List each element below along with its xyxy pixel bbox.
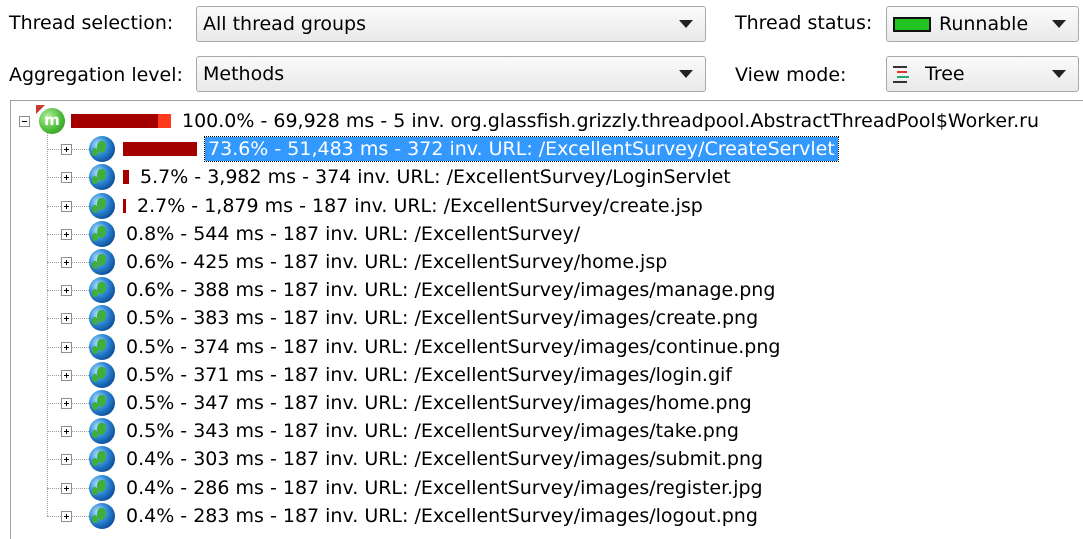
- node-label: 100.0% - 69,928 ms - 5 inv. org.glassfis…: [182, 110, 1040, 132]
- method-icon: m: [36, 105, 65, 134]
- tree-row-root[interactable]: m 100.0% - 69,928 ms - 5 inv. org.glassfi…: [19, 105, 1042, 135]
- expand-toggle-icon[interactable]: [61, 144, 72, 156]
- globe-icon: [89, 164, 115, 191]
- node-label: 5.7% - 3,982 ms - 374 inv. URL: /Excelle…: [140, 166, 731, 189]
- percent-bar: [123, 142, 197, 157]
- tree-row[interactable]: 2.7% - 1,879 ms - 187 inv. URL: /Excelle…: [89, 192, 706, 220]
- globe-icon: [89, 249, 115, 275]
- percent-bar: [71, 114, 171, 128]
- thread-status-dropdown[interactable]: Runnable: [886, 6, 1079, 42]
- tree-view-icon: [893, 65, 913, 83]
- tree-row[interactable]: 0.6% - 425 ms - 187 inv. URL: /Excellent…: [89, 248, 670, 276]
- globe-icon: [89, 220, 115, 247]
- chevron-down-icon: [1052, 70, 1066, 78]
- globe-icon: [89, 361, 115, 388]
- percent-bar: [123, 170, 129, 185]
- globe-icon: [89, 474, 115, 501]
- expand-toggle-icon[interactable]: [61, 285, 72, 297]
- globe-icon: [89, 502, 115, 529]
- tree-row[interactable]: 0.5% - 343 ms - 187 inv. URL: /Excellent…: [89, 417, 742, 445]
- node-label: 0.6% - 425 ms - 187 inv. URL: /Excellent…: [126, 251, 668, 273]
- view-mode-value: Tree: [925, 63, 965, 85]
- node-label: 0.6% - 388 ms - 187 inv. URL: /Excellent…: [126, 279, 776, 302]
- globe-icon: [89, 418, 115, 445]
- node-label: 0.5% - 347 ms - 187 inv. URL: /Excellent…: [126, 392, 752, 414]
- expand-toggle-icon[interactable]: [61, 313, 72, 325]
- chevron-down-icon: [1052, 20, 1066, 28]
- aggregation-level-dropdown[interactable]: Methods: [196, 56, 706, 92]
- tree-row[interactable]: 0.5% - 371 ms - 187 inv. URL: /Excellent…: [89, 361, 735, 389]
- aggregation-level-value: Methods: [203, 63, 285, 85]
- view-mode-label: View mode:: [735, 64, 847, 86]
- node-label: 0.5% - 374 ms - 187 inv. URL: /Excellent…: [126, 335, 781, 358]
- expand-toggle-icon[interactable]: [61, 172, 72, 184]
- expand-toggle-icon[interactable]: [61, 398, 72, 409]
- expand-toggle-icon[interactable]: [61, 482, 72, 494]
- percent-bar: [123, 198, 126, 213]
- node-label: 2.7% - 1,879 ms - 187 inv. URL: /Excelle…: [137, 194, 703, 217]
- node-label: 73.6% - 51,483 ms - 372 inv. URL: /Excel…: [204, 136, 839, 163]
- globe-icon: [89, 277, 115, 304]
- globe-icon: [89, 136, 115, 163]
- expand-toggle-icon[interactable]: [61, 257, 72, 268]
- node-label: 0.5% - 343 ms - 187 inv. URL: /Excellent…: [126, 420, 739, 443]
- tree-row[interactable]: 0.5% - 347 ms - 187 inv. URL: /Excellent…: [89, 389, 755, 417]
- expand-toggle-icon[interactable]: [61, 454, 72, 466]
- expand-toggle-icon[interactable]: [61, 426, 72, 438]
- aggregation-level-label: Aggregation level:: [9, 64, 183, 86]
- thread-selection-value: All thread groups: [203, 13, 366, 35]
- tree-row[interactable]: 0.5% - 383 ms - 187 inv. URL: /Excellent…: [89, 304, 761, 332]
- expand-toggle-icon[interactable]: [61, 510, 72, 522]
- thread-status-value: Runnable: [939, 13, 1029, 35]
- node-label: 0.8% - 544 ms - 187 inv. URL: /Excellent…: [126, 222, 581, 245]
- tree-row[interactable]: 0.4% - 283 ms - 187 inv. URL: /Excellent…: [89, 502, 761, 530]
- node-label: 0.4% - 303 ms - 187 inv. URL: /Excellent…: [126, 448, 764, 471]
- runnable-status-swatch-icon: [893, 16, 931, 32]
- tree-row[interactable]: 5.7% - 3,982 ms - 374 inv. URL: /Excelle…: [89, 163, 734, 191]
- chevron-down-icon: [679, 20, 693, 28]
- globe-icon: [89, 446, 115, 473]
- globe-icon: [89, 333, 115, 360]
- tree-row[interactable]: 0.5% - 374 ms - 187 inv. URL: /Excellent…: [89, 333, 783, 361]
- globe-icon: [89, 390, 115, 416]
- node-label: 0.4% - 283 ms - 187 inv. URL: /Excellent…: [126, 504, 758, 527]
- globe-icon: [89, 192, 115, 219]
- view-mode-dropdown[interactable]: Tree: [886, 56, 1079, 92]
- node-label: 0.5% - 371 ms - 187 inv. URL: /Excellent…: [126, 363, 732, 386]
- expand-toggle-icon[interactable]: [61, 369, 72, 381]
- thread-selection-dropdown[interactable]: All thread groups: [196, 6, 706, 42]
- tree-row[interactable]: 0.4% - 286 ms - 187 inv. URL: /Excellent…: [89, 474, 766, 502]
- expand-toggle-icon[interactable]: [61, 341, 72, 353]
- tree-row[interactable]: 73.6% - 51,483 ms - 372 inv. URL: /Excel…: [89, 135, 839, 163]
- node-label: 0.5% - 383 ms - 187 inv. URL: /Excellent…: [126, 307, 759, 330]
- tree-row[interactable]: 0.4% - 303 ms - 187 inv. URL: /Excellent…: [89, 445, 766, 473]
- globe-icon: [89, 305, 115, 332]
- tree-row[interactable]: 0.6% - 388 ms - 187 inv. URL: /Excellent…: [89, 276, 778, 304]
- node-label: 0.4% - 286 ms - 187 inv. URL: /Excellent…: [126, 476, 763, 499]
- expand-toggle-icon[interactable]: [61, 200, 72, 212]
- call-tree-panel[interactable]: m 100.0% - 69,928 ms - 5 inv. org.glassfi…: [10, 100, 1083, 539]
- expand-toggle-icon[interactable]: [61, 228, 72, 240]
- thread-status-label: Thread status:: [735, 12, 873, 34]
- thread-selection-label: Thread selection:: [9, 12, 174, 34]
- tree-row[interactable]: 0.8% - 544 ms - 187 inv. URL: /Excellent…: [89, 220, 583, 248]
- chevron-down-icon: [679, 70, 693, 78]
